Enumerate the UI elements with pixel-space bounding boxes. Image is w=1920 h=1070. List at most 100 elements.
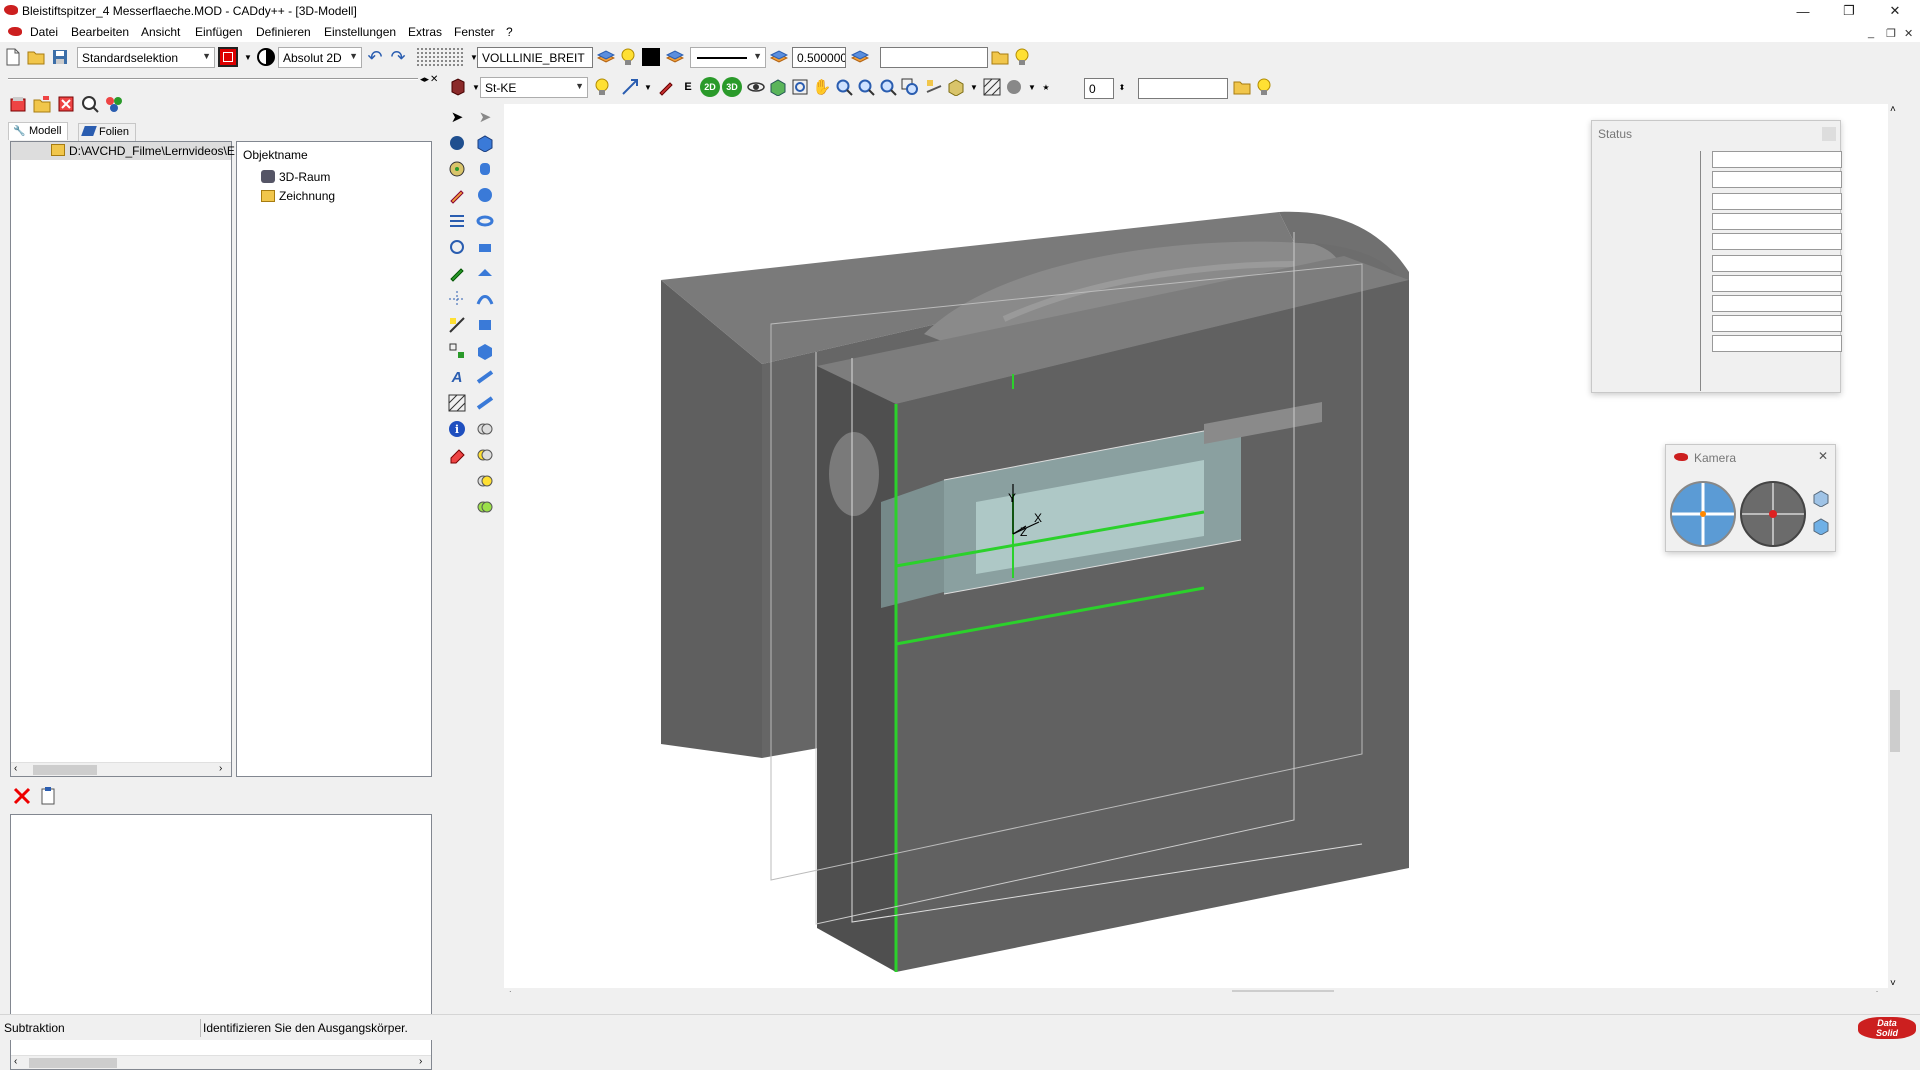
menu-logo-icon[interactable]	[8, 27, 22, 36]
object-zeichnung[interactable]: Zeichnung	[279, 189, 335, 203]
construction-lines-icon[interactable]	[446, 288, 468, 310]
view-2d-button[interactable]: 2D	[700, 77, 720, 97]
panel-close-icon[interactable]: ✕	[430, 74, 438, 85]
folder-layer-icon[interactable]	[990, 47, 1010, 67]
redo-icon[interactable]: ↷	[388, 47, 408, 67]
undo-icon[interactable]: ↶	[365, 47, 385, 67]
orbit-icon[interactable]	[746, 77, 766, 97]
panel-grip[interactable]	[8, 78, 418, 80]
light-bulb-icon[interactable]	[1254, 77, 1274, 97]
section-plane-icon[interactable]	[924, 77, 944, 97]
menu-datei[interactable]: Datei	[30, 25, 58, 39]
scroll-thumb[interactable]	[1890, 690, 1900, 752]
snap-point-icon[interactable]	[256, 47, 276, 67]
selection-color-icon[interactable]	[218, 47, 238, 67]
hatch-icon[interactable]	[982, 77, 1002, 97]
menu-fenster[interactable]: Fenster	[454, 25, 495, 39]
line-style-select[interactable]: ▼	[690, 47, 766, 68]
layer-pick-icon[interactable]	[596, 47, 616, 67]
transform-grid-icon[interactable]	[446, 340, 468, 362]
tree-row-selected[interactable]: D:\AVCHD_Filme\Lernvideos\E	[11, 142, 235, 160]
boolean-union-icon[interactable]	[474, 418, 496, 440]
camera-orbit-globe[interactable]	[1670, 481, 1736, 550]
delete-selection-icon[interactable]	[12, 786, 32, 806]
scroll-up-icon[interactable]: ˄	[1890, 104, 1896, 115]
camera-close-button[interactable]: ✕	[1818, 449, 1828, 463]
scroll-thumb[interactable]	[1232, 990, 1334, 992]
sphere-solid-icon[interactable]	[474, 184, 496, 206]
view-3d-button[interactable]: 3D	[722, 77, 742, 97]
material-icon[interactable]	[448, 77, 468, 97]
shaded-cube-icon[interactable]	[946, 77, 966, 97]
line-type-field[interactable]: VOLLLINIE_BREIT	[477, 47, 593, 68]
scroll-thumb[interactable]	[29, 1058, 117, 1068]
line-width-field[interactable]: 0.500000	[792, 47, 846, 68]
light-bulb-icon[interactable]	[618, 47, 638, 67]
boolean-intersect-icon[interactable]	[474, 470, 496, 492]
scroll-right-icon[interactable]: ›	[219, 763, 222, 774]
tree-h-scrollbar[interactable]: ‹ ›	[11, 762, 231, 776]
counter-field[interactable]: 0	[1084, 78, 1114, 99]
cylinder-solid-icon[interactable]	[474, 158, 496, 180]
menu-einstellungen[interactable]: Einstellungen	[324, 25, 396, 39]
layer-name-field[interactable]	[880, 47, 988, 68]
layer-active-icon[interactable]	[850, 47, 870, 67]
model-view-icon[interactable]	[8, 94, 28, 114]
color-swatch-icon[interactable]	[642, 48, 660, 66]
chevron-down-icon[interactable]: ▼	[638, 77, 658, 97]
transform-icon[interactable]	[620, 77, 640, 97]
text-icon[interactable]: A	[446, 366, 468, 388]
properties-h-scrollbar[interactable]: ‹ ›	[11, 1055, 431, 1069]
delete-object-icon[interactable]	[56, 94, 76, 114]
coord-mode-select[interactable]: Absolut 2D ▼	[278, 47, 362, 68]
revolve-icon[interactable]	[474, 314, 496, 336]
hatch-pattern-icon[interactable]	[446, 392, 468, 414]
select-inactive-icon[interactable]: ➤	[474, 106, 496, 128]
box-solid-icon[interactable]	[474, 132, 496, 154]
minimize-button[interactable]: —	[1780, 0, 1826, 22]
layer-stack-icon[interactable]	[665, 47, 685, 67]
search-object-icon[interactable]	[80, 94, 100, 114]
selection-mode-select[interactable]: Standardselektion ▼	[77, 47, 215, 68]
fillet-icon[interactable]	[474, 366, 496, 388]
tab-modell[interactable]: 🔧 Modell	[8, 122, 69, 140]
select-arrow-icon[interactable]: ➤	[446, 106, 468, 128]
mdi-close-button[interactable]: ✕	[1904, 27, 1913, 40]
zoom-previous-icon[interactable]	[900, 77, 920, 97]
status-close-button[interactable]	[1822, 127, 1836, 141]
chevron-down-icon[interactable]: ▼	[964, 77, 984, 97]
rotate-icon[interactable]	[446, 236, 468, 258]
folder-layer-icon[interactable]	[1232, 77, 1252, 97]
zoom-out-icon[interactable]	[856, 77, 876, 97]
sphere-shading-icon[interactable]	[1004, 77, 1024, 97]
menu-help[interactable]: ?	[506, 25, 513, 39]
edit-e-icon[interactable]: E	[678, 77, 698, 97]
camera-cube-front-icon[interactable]	[1812, 517, 1830, 536]
pan-hand-icon[interactable]: ✋	[812, 77, 832, 97]
value-field[interactable]	[1138, 78, 1228, 99]
torus-solid-icon[interactable]	[474, 210, 496, 232]
menu-extras[interactable]: Extras	[408, 25, 442, 39]
draw-pencil-icon[interactable]	[446, 184, 468, 206]
point-snap-icon[interactable]	[446, 158, 468, 180]
menu-definieren[interactable]: Definieren	[256, 25, 311, 39]
scroll-right-icon[interactable]: ›	[419, 1056, 422, 1067]
extrude-icon[interactable]	[474, 262, 496, 284]
zoom-in-icon[interactable]	[834, 77, 854, 97]
scroll-down-icon[interactable]: ˅	[1890, 978, 1896, 989]
scroll-thumb[interactable]	[33, 765, 97, 775]
folder-tree-icon[interactable]	[32, 94, 52, 114]
spinner-icon[interactable]: ⬍	[1116, 77, 1128, 97]
chamfer-icon[interactable]	[474, 392, 496, 414]
loft-icon[interactable]	[474, 340, 496, 362]
properties-icon[interactable]	[104, 94, 124, 114]
layer-width-icon[interactable]	[769, 47, 789, 67]
cone-solid-icon[interactable]	[474, 236, 496, 258]
object-3d-raum[interactable]: 3D-Raum	[279, 170, 330, 184]
render-cube-icon[interactable]	[768, 77, 788, 97]
menu-ansicht[interactable]: Ansicht	[141, 25, 180, 39]
viewport-v-scrollbar[interactable]: ˄ ˅	[1888, 104, 1902, 992]
boolean-split-icon[interactable]	[474, 496, 496, 518]
sketch-pencil-icon[interactable]	[446, 262, 468, 284]
info-icon[interactable]: i	[446, 418, 468, 440]
